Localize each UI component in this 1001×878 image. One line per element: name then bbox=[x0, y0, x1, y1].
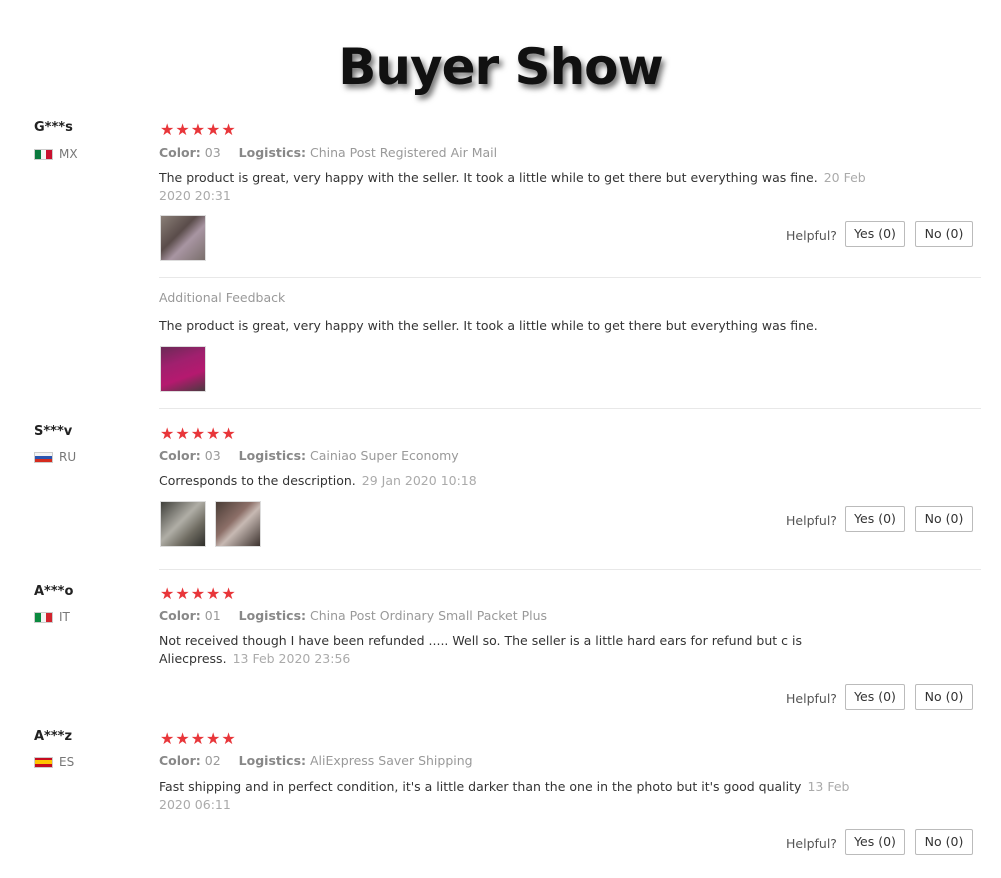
review-text: Corresponds to the description. 29 Jan 20… bbox=[159, 473, 477, 488]
logistics-value: China Post Registered Air Mail bbox=[310, 145, 498, 160]
review-photo[interactable] bbox=[160, 501, 206, 547]
review-date: 29 Jan 2020 10:18 bbox=[361, 473, 477, 488]
review-meta: Color: 02 Logistics: AliExpress Saver Sh… bbox=[159, 753, 473, 768]
review-meta: Color: 03 Logistics: China Post Register… bbox=[159, 145, 498, 160]
review-text: Fast shipping and in perfect condition, … bbox=[159, 779, 850, 812]
color-value: 03 bbox=[204, 448, 221, 463]
logistics-value: AliExpress Saver Shipping bbox=[310, 753, 473, 768]
flag-ru-icon bbox=[34, 451, 53, 463]
review-meta: Color: 01 Logistics: China Post Ordinary… bbox=[159, 608, 548, 623]
review-date: 13 Feb 2020 23:56 bbox=[232, 651, 351, 666]
star-rating: ★★★★★ bbox=[160, 584, 237, 603]
reviewer-country: MX bbox=[34, 147, 78, 161]
star-rating: ★★★★★ bbox=[160, 120, 237, 139]
flag-mx-icon bbox=[34, 148, 53, 160]
helpful-label: Helpful? bbox=[786, 513, 837, 528]
flag-es-icon bbox=[34, 756, 53, 768]
helpful-yes-button[interactable]: Yes (0) bbox=[845, 684, 905, 710]
additional-feedback-text: The product is great, very happy with th… bbox=[159, 318, 818, 333]
helpful-no-button[interactable]: No (0) bbox=[915, 506, 973, 532]
reviewer-country: ES bbox=[34, 755, 74, 769]
reviewer-name: A***o bbox=[34, 584, 74, 599]
review-separator bbox=[159, 569, 981, 570]
review-photo[interactable] bbox=[160, 215, 206, 261]
page-title: Buyer Show bbox=[338, 38, 663, 96]
review-photo[interactable] bbox=[215, 501, 261, 547]
review-text: The product is great, very happy with th… bbox=[159, 170, 866, 203]
star-rating: ★★★★★ bbox=[160, 424, 237, 443]
divider bbox=[159, 277, 981, 278]
review-meta: Color: 03 Logistics: Cainiao Super Econo… bbox=[159, 448, 459, 463]
helpful-no-button[interactable]: No (0) bbox=[915, 221, 973, 247]
reviewer-name: A***z bbox=[34, 729, 73, 744]
flag-it-icon bbox=[34, 611, 53, 623]
color-value: 03 bbox=[204, 145, 221, 160]
color-value: 02 bbox=[204, 753, 221, 768]
helpful-yes-button[interactable]: Yes (0) bbox=[845, 506, 905, 532]
star-rating: ★★★★★ bbox=[160, 729, 237, 748]
reviewer-name: G***s bbox=[34, 120, 73, 135]
review-separator bbox=[159, 408, 981, 409]
logistics-value: Cainiao Super Economy bbox=[310, 448, 459, 463]
helpful-label: Helpful? bbox=[786, 836, 837, 851]
additional-photo[interactable] bbox=[160, 346, 206, 392]
review-text: Not received though I have been refunded… bbox=[159, 633, 802, 666]
reviewer-country: IT bbox=[34, 610, 70, 624]
logistics-value: China Post Ordinary Small Packet Plus bbox=[310, 608, 548, 623]
helpful-yes-button[interactable]: Yes (0) bbox=[845, 829, 905, 855]
additional-feedback-label: Additional Feedback bbox=[159, 290, 286, 305]
reviewer-country: RU bbox=[34, 450, 76, 464]
helpful-label: Helpful? bbox=[786, 228, 837, 243]
helpful-yes-button[interactable]: Yes (0) bbox=[845, 221, 905, 247]
color-value: 01 bbox=[204, 608, 221, 623]
helpful-no-button[interactable]: No (0) bbox=[915, 829, 973, 855]
reviewer-name: S***v bbox=[34, 424, 73, 439]
helpful-label: Helpful? bbox=[786, 691, 837, 706]
helpful-no-button[interactable]: No (0) bbox=[915, 684, 973, 710]
